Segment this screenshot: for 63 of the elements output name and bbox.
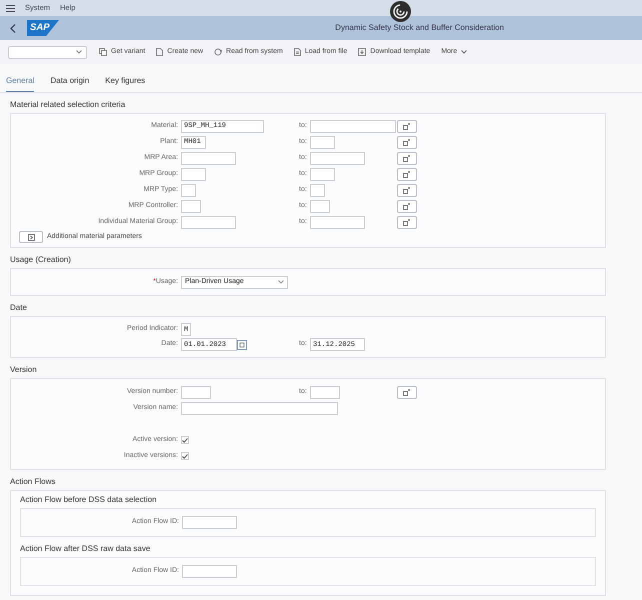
multiple-selection-icon [403,154,411,162]
caret-icon [278,280,284,284]
menu-icon[interactable] [6,4,15,12]
multiple-selection-button[interactable] [397,120,417,132]
check-icon [182,438,188,442]
section-title: Version [10,364,38,376]
copy-icon [99,48,107,56]
input-field[interactable] [310,152,365,164]
input-field[interactable] [310,168,335,180]
multiple-selection-button[interactable] [397,168,417,180]
input-field[interactable] [181,402,338,414]
input-field[interactable] [181,184,196,196]
input-field[interactable] [310,216,365,228]
input-field[interactable] [181,168,206,180]
window-title: Dynamic Safety Stock and Buffer Consideration [335,22,504,34]
group-title: Action Flow before DSS data selection [20,494,158,506]
file-icon [294,48,301,56]
sap-logo: SAP [27,20,59,36]
caret-icon [76,50,82,54]
expand-button[interactable] [19,231,43,243]
multiple-selection-icon [403,218,411,226]
back-icon[interactable] [10,24,16,32]
input-field[interactable] [310,386,340,398]
input-field[interactable] [181,200,201,212]
tab[interactable]: Data origin [50,75,90,92]
section-title: Action Flows [10,476,56,488]
input-field[interactable] [310,184,325,196]
multiple-selection-icon [403,170,411,178]
multiple-selection-icon [403,138,411,146]
multiple-selection-icon [403,186,411,194]
page-icon [156,48,164,56]
sync-icon [214,48,222,56]
multiple-selection-icon [403,388,411,396]
multiple-selection-button[interactable] [397,386,417,398]
caret-icon [461,50,468,54]
multiple-selection-button[interactable] [397,200,417,212]
tab[interactable]: Key figures [105,75,146,92]
multiple-selection-icon [403,202,411,210]
input-field[interactable] [181,152,236,164]
group-title: Action Flow after DSS raw data save [20,543,152,555]
expand-icon [28,234,34,240]
section-title: Date [10,302,28,314]
download-icon [358,48,366,56]
input-field[interactable] [182,565,237,578]
input-field[interactable] [181,216,236,228]
multiple-selection-button[interactable] [397,152,417,164]
multiple-selection-button[interactable] [397,216,417,228]
variant-dropdown[interactable] [8,46,87,58]
section-title: Material related selection criteria [10,99,126,111]
input-field[interactable] [182,516,237,529]
section-title: Usage (Creation) [10,254,72,266]
input-field[interactable] [310,136,335,148]
multiple-selection-button[interactable] [397,136,417,148]
checkbox[interactable] [181,436,189,444]
multiple-selection-button[interactable] [397,184,417,196]
checkbox[interactable] [181,452,189,460]
input-field[interactable] [310,120,396,132]
calendar-icon[interactable] [237,340,247,350]
check-icon [182,454,188,458]
tab[interactable]: General [6,75,34,92]
input-field[interactable] [310,200,330,212]
input-field[interactable] [181,386,211,398]
multiple-selection-icon [403,122,411,130]
